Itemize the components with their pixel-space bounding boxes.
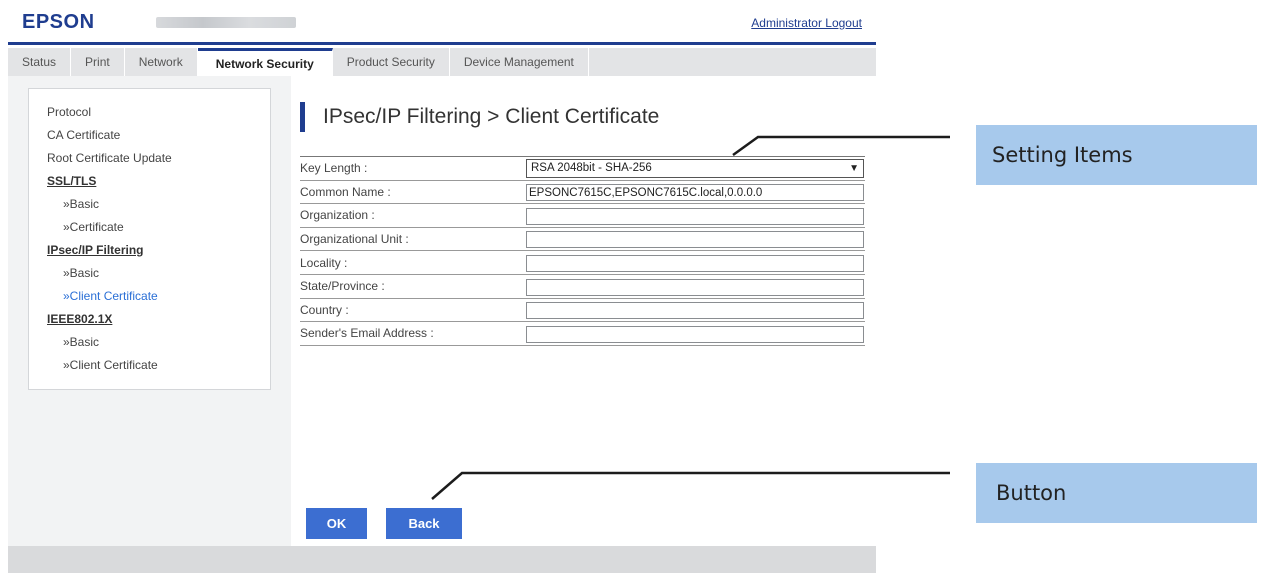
ok-button[interactable]: OK xyxy=(306,508,367,539)
tab-network[interactable]: Network xyxy=(125,48,198,76)
form-row-locality: Locality : xyxy=(300,251,865,275)
button-callout: Button xyxy=(976,463,1257,523)
key-length-value: RSA 2048bit - SHA-256 xyxy=(531,162,652,175)
sidebar-item-ssl-certificate[interactable]: »Certificate xyxy=(47,216,270,239)
epson-logo: EPSON xyxy=(22,11,95,33)
tab-network-security[interactable]: Network Security xyxy=(197,48,333,76)
sidebar-item-protocol[interactable]: Protocol xyxy=(47,101,270,124)
form-row-common-name: Common Name : xyxy=(300,181,865,205)
sender-email-label: Sender's Email Address : xyxy=(300,326,434,341)
country-input[interactable] xyxy=(526,302,864,320)
form-row-sender-email: Sender's Email Address : xyxy=(300,322,865,346)
back-button[interactable]: Back xyxy=(386,508,462,539)
tab-print[interactable]: Print xyxy=(71,48,125,76)
locality-input[interactable] xyxy=(526,254,864,272)
client-certificate-form: Key Length : RSA 2048bit - SHA-256 ▼ Com… xyxy=(300,156,865,346)
form-row-organizational-unit: Organizational Unit : xyxy=(300,228,865,252)
form-row-organization: Organization : xyxy=(300,204,865,228)
tab-status[interactable]: Status xyxy=(8,48,72,76)
sidebar-group-ssl-tls[interactable]: SSL/TLS xyxy=(47,170,270,193)
country-label: Country : xyxy=(300,302,349,317)
common-name-input[interactable] xyxy=(526,184,864,202)
sidebar-item-ipsec-client-certificate[interactable]: »Client Certificate xyxy=(47,285,270,308)
chevron-down-icon: ▼ xyxy=(849,162,859,174)
sidebar-item-ssl-basic[interactable]: »Basic xyxy=(47,193,270,216)
main-tabs: Status Print Network Network Security Pr… xyxy=(8,48,876,76)
sidebar: Protocol CA Certificate Root Certificate… xyxy=(28,88,271,390)
sidebar-item-ieee-basic[interactable]: »Basic xyxy=(47,331,270,354)
sender-email-input[interactable] xyxy=(526,325,864,343)
web-config-app: EPSON Administrator Logout Status Print … xyxy=(8,0,876,573)
common-name-label: Common Name : xyxy=(300,184,391,199)
setting-items-callout: Setting Items xyxy=(976,125,1257,185)
key-length-label: Key Length : xyxy=(300,161,368,176)
main-panel: IPsec/IP Filtering > Client Certificate … xyxy=(291,76,876,546)
page-title: IPsec/IP Filtering > Client Certificate xyxy=(300,102,659,132)
sidebar-item-ca-certificate[interactable]: CA Certificate xyxy=(47,124,270,147)
sidebar-item-ipsec-basic[interactable]: »Basic xyxy=(47,262,270,285)
sidebar-group-ieee8021x[interactable]: IEEE802.1X xyxy=(47,308,270,331)
organizational-unit-label: Organizational Unit : xyxy=(300,232,409,247)
organization-input[interactable] xyxy=(526,207,864,225)
form-row-country: Country : xyxy=(300,299,865,323)
locality-label: Locality : xyxy=(300,255,348,270)
header-divider xyxy=(8,42,876,45)
sidebar-group-ipsec[interactable]: IPsec/IP Filtering xyxy=(47,239,270,262)
state-province-label: State/Province : xyxy=(300,279,385,294)
sidebar-item-ieee-client-certificate[interactable]: »Client Certificate xyxy=(47,354,270,377)
organization-label: Organization : xyxy=(300,208,375,223)
key-length-select[interactable]: RSA 2048bit - SHA-256 ▼ xyxy=(526,158,864,178)
organizational-unit-input[interactable] xyxy=(526,231,864,249)
state-province-input[interactable] xyxy=(526,278,864,296)
sidebar-item-root-certificate-update[interactable]: Root Certificate Update xyxy=(47,147,270,170)
form-row-key-length: Key Length : RSA 2048bit - SHA-256 ▼ xyxy=(300,157,865,181)
tab-device-management[interactable]: Device Management xyxy=(450,48,589,76)
content-area: Protocol CA Certificate Root Certificate… xyxy=(8,76,876,546)
tab-product-security[interactable]: Product Security xyxy=(333,48,450,76)
blurred-printer-name xyxy=(156,17,296,28)
form-row-state-province: State/Province : xyxy=(300,275,865,299)
administrator-logout-link[interactable]: Administrator Logout xyxy=(751,16,862,30)
footer-band xyxy=(8,546,876,573)
